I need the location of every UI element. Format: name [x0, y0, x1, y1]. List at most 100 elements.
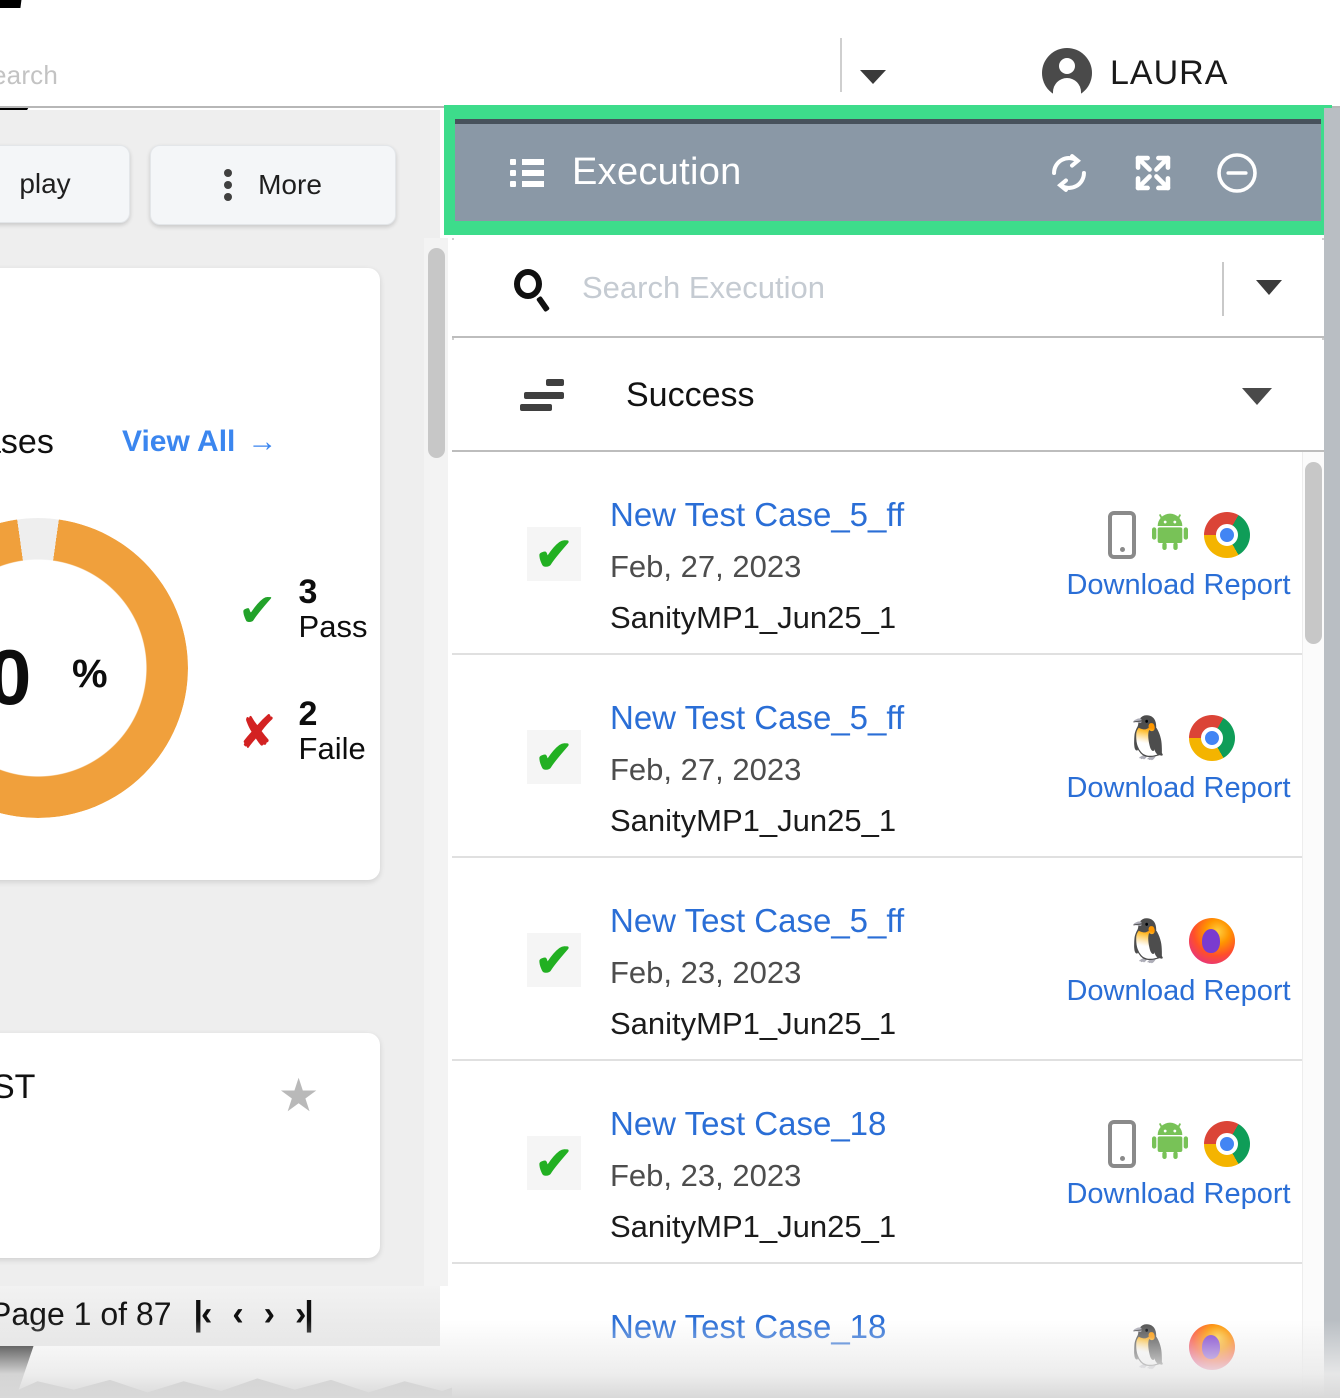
legend-fail: ✘ 2 Faile — [238, 697, 366, 767]
row-actions: Download Report — [1066, 507, 1291, 602]
firefox-icon — [1188, 918, 1235, 964]
execution-date: Feb, 23, 2023 — [610, 955, 802, 990]
legend-fail-text: 2 Faile — [299, 697, 366, 767]
row-meta: New Test Case_18 Feb, 23, 2023 SanityMP1… — [610, 1107, 896, 1242]
download-report-link[interactable]: Download Report — [1066, 569, 1290, 602]
suite-name: SanityMP1_Jun25_1 — [610, 803, 897, 838]
download-report-link[interactable]: Download Report — [1066, 975, 1290, 1008]
execution-date: Feb, 27, 2023 — [610, 752, 802, 787]
table-row[interactable]: New Test Case_18 🐧 — [452, 1264, 1324, 1398]
chevron-down-icon[interactable] — [1256, 280, 1282, 295]
linux-icon: 🐧 — [1122, 714, 1175, 761]
donut-percent-symbol: % — [72, 652, 108, 696]
execution-scrollbar-thumb[interactable] — [1305, 462, 1322, 644]
arrow-right-icon: → — [247, 425, 278, 458]
test-case-link[interactable]: New Test Case_18 — [610, 1107, 896, 1140]
row-meta: New Test Case_5_ff Feb, 27, 2023 SanityM… — [610, 701, 904, 836]
suite-name: SanityMP1_Jun25_1 — [610, 1209, 897, 1244]
last-page-icon[interactable]: ›| — [295, 1295, 314, 1334]
display-button[interactable]: play — [0, 145, 130, 223]
refresh-icon[interactable] — [1027, 150, 1111, 196]
fail-label: Faile — [298, 731, 366, 766]
legend-pass: ✔ 3 Pass — [238, 575, 367, 645]
chrome-icon — [1203, 1121, 1250, 1167]
first-page-icon[interactable]: |‹ — [193, 1295, 212, 1334]
table-row[interactable]: ✔ New Test Case_5_ff Feb, 27, 2023 Sanit… — [452, 655, 1324, 858]
right-edge-strip — [1324, 108, 1340, 1398]
table-row[interactable]: ✔ New Test Case_18 Feb, 23, 2023 SanityM… — [452, 1061, 1324, 1264]
execution-search-input[interactable]: Search Execution — [582, 270, 825, 306]
suite-name: SanityMP1_Jun25_1 — [610, 1006, 897, 1041]
android-icon — [1150, 1121, 1190, 1168]
row-meta: New Test Case_18 — [610, 1310, 886, 1363]
fullscreen-icon[interactable] — [1111, 150, 1195, 196]
minimize-icon[interactable] — [1195, 149, 1279, 197]
download-report-link[interactable]: Download Report — [1066, 1178, 1290, 1211]
execution-date: Feb, 23, 2023 — [610, 1158, 802, 1193]
execution-panel-title: Execution — [572, 151, 742, 193]
pagination-label: Page 1 of 87 — [0, 1296, 172, 1332]
check-icon: ✔ — [527, 1136, 581, 1190]
star-icon[interactable]: ★ — [278, 1072, 319, 1118]
chevron-down-icon[interactable] — [1242, 388, 1272, 405]
check-icon: ✔ — [527, 933, 581, 987]
topbar-divider — [840, 38, 842, 92]
execution-filter-row[interactable]: Success — [452, 340, 1324, 452]
environment-icons: 🐧 — [1122, 710, 1235, 766]
environment-icons — [1107, 507, 1250, 563]
view-all-link[interactable]: View All → — [122, 425, 277, 459]
global-search-input[interactable]: earch — [0, 60, 58, 91]
environment-icons: 🐧 — [1122, 913, 1235, 969]
screenshot-root: earch LAURA play More ases View All → 0 … — [0, 0, 1340, 1398]
test-case-link[interactable]: New Test Case_5_ff — [610, 904, 904, 937]
execution-panel-header: Execution — [455, 119, 1321, 221]
row-meta: New Test Case_5_ff Feb, 23, 2023 SanityM… — [610, 904, 904, 1039]
search-icon — [514, 269, 552, 313]
chrome-icon — [1188, 715, 1235, 761]
table-row[interactable]: ✔ New Test Case_5_ff Feb, 27, 2023 Sanit… — [452, 452, 1324, 655]
list-icon — [510, 158, 544, 187]
donut-center-number: 0 — [0, 633, 32, 721]
more-button-label: More — [258, 169, 322, 200]
left-scrollbar-thumb[interactable] — [428, 248, 445, 458]
table-row[interactable]: ✔ New Test Case_5_ff Feb, 23, 2023 Sanit… — [452, 858, 1324, 1061]
app-topbar: earch LAURA — [0, 8, 1340, 108]
test-case-link[interactable]: New Test Case_5_ff — [610, 498, 904, 531]
row-actions: 🐧 Download Report — [1066, 710, 1291, 805]
pass-label: Pass — [298, 609, 368, 644]
suite-name: SanityMP1_Jun25_1 — [610, 600, 897, 635]
cross-icon: ✘ — [238, 705, 277, 758]
view-all-label: View All — [122, 425, 236, 458]
user-avatar-icon — [1042, 48, 1092, 100]
filter-icon — [520, 379, 564, 411]
linux-icon: 🐧 — [1122, 917, 1175, 964]
mobile-icon — [1107, 1120, 1136, 1168]
check-icon: ✔ — [527, 730, 581, 784]
test-case-link[interactable]: New Test Case_18 — [610, 1310, 886, 1343]
user-menu[interactable]: LAURA — [1042, 48, 1228, 100]
next-page-icon[interactable]: › — [264, 1295, 275, 1334]
execution-filter-value: Success — [626, 375, 755, 414]
check-icon: ✔ — [238, 583, 277, 636]
execution-search-row: Search Execution — [452, 240, 1324, 338]
test-case-link[interactable]: New Test Case_5_ff — [610, 701, 904, 734]
chevron-down-icon[interactable] — [860, 70, 886, 84]
test-cases-title: ases — [0, 423, 54, 461]
download-report-link[interactable]: Download Report — [1066, 772, 1290, 805]
execution-list: ✔ New Test Case_5_ff Feb, 27, 2023 Sanit… — [452, 452, 1324, 1398]
row-actions: Download Report — [1066, 1116, 1291, 1211]
secondary-card-title: ST — [0, 1068, 36, 1106]
execution-panel-actions — [1027, 149, 1321, 197]
pagination: Page 1 of 87 |‹ ‹ › ›| — [0, 1295, 314, 1334]
more-button[interactable]: More — [150, 145, 396, 225]
execution-date: Feb, 27, 2023 — [610, 549, 802, 584]
prev-page-icon[interactable]: ‹ — [232, 1295, 243, 1334]
mobile-icon — [1107, 511, 1136, 559]
secondary-card — [0, 1033, 380, 1258]
environment-icons — [1107, 1116, 1250, 1172]
search-row-divider — [1222, 262, 1224, 316]
check-icon: ✔ — [527, 527, 581, 581]
legend-pass-text: 3 Pass — [299, 575, 368, 645]
fail-count: 2 — [298, 695, 318, 733]
pass-count: 3 — [298, 573, 318, 611]
